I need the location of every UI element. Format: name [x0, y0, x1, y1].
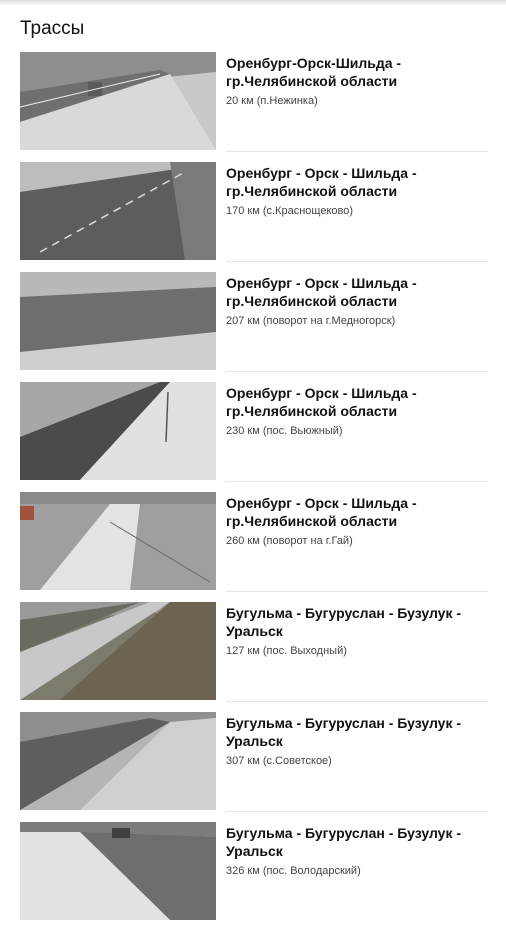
camera-thumbnail[interactable] — [20, 602, 216, 700]
route-title: Оренбург-Орск-Шильда - гр.Челябинской об… — [226, 55, 402, 89]
camera-list[interactable]: Оренбург-Орск-Шильда - гр.Челябинской об… — [0, 52, 506, 932]
camera-list-item[interactable]: Оренбург - Орск - Шильда - гр.Челябинско… — [20, 492, 488, 602]
camera-thumbnail[interactable] — [20, 492, 216, 590]
camera-location: 307 км (с.Советское) — [226, 755, 332, 767]
camera-location: 230 км (пос. Вьюжный) — [226, 425, 343, 437]
camera-list-item[interactable]: Бугульма - Бугуруслан - Бузулук - Уральс… — [20, 712, 488, 822]
divider — [226, 701, 488, 702]
route-title: Бугульма - Бугуруслан - Бузулук - Уральс… — [226, 605, 462, 639]
route-title: Бугульма - Бугуруслан - Бузулук - Уральс… — [226, 715, 462, 749]
camera-location: 127 км (пос. Выходный) — [226, 645, 347, 657]
camera-list-item[interactable]: Бугульма - Бугуруслан - Бузулук - Уральс… — [20, 602, 488, 712]
route-title: Оренбург - Орск - Шильда - гр.Челябинско… — [226, 275, 417, 309]
divider — [226, 811, 488, 812]
camera-thumbnail[interactable] — [20, 162, 216, 260]
divider — [226, 371, 488, 372]
camera-location: 170 км (с.Краснощеково) — [226, 205, 353, 217]
route-title: Бугульма - Бугуруслан - Бузулук - Уральс… — [226, 825, 462, 859]
divider — [226, 481, 488, 482]
camera-thumbnail[interactable] — [20, 52, 216, 150]
divider — [226, 591, 488, 592]
page-title: Трассы — [20, 18, 85, 39]
app-bar-shadow — [0, 0, 506, 6]
route-title: Оренбург - Орск - Шильда - гр.Челябинско… — [226, 165, 417, 199]
camera-location: 326 км (пос. Володарский) — [226, 865, 361, 877]
camera-thumbnail[interactable] — [20, 822, 216, 920]
divider — [226, 151, 488, 152]
divider — [226, 261, 488, 262]
camera-location: 207 км (поворот на г.Медногорск) — [226, 315, 396, 327]
camera-list-item[interactable]: Оренбург - Орск - Шильда - гр.Челябинско… — [20, 272, 488, 382]
camera-location: 260 км (поворот на г.Гай) — [226, 535, 353, 547]
route-title: Оренбург - Орск - Шильда - гр.Челябинско… — [226, 495, 417, 529]
camera-list-item[interactable]: Оренбург - Орск - Шильда - гр.Челябинско… — [20, 382, 488, 492]
camera-location: 20 км (п.Нежинка) — [226, 95, 318, 107]
camera-list-item[interactable]: Оренбург - Орск - Шильда - гр.Челябинско… — [20, 162, 488, 272]
camera-thumbnail[interactable] — [20, 712, 216, 810]
route-title: Оренбург - Орск - Шильда - гр.Челябинско… — [226, 385, 417, 419]
camera-list-item[interactable]: Бугульма - Бугуруслан - Бузулук - Уральс… — [20, 822, 488, 932]
camera-thumbnail[interactable] — [20, 272, 216, 370]
camera-list-item[interactable]: Оренбург-Орск-Шильда - гр.Челябинской об… — [20, 52, 488, 162]
camera-thumbnail[interactable] — [20, 382, 216, 480]
